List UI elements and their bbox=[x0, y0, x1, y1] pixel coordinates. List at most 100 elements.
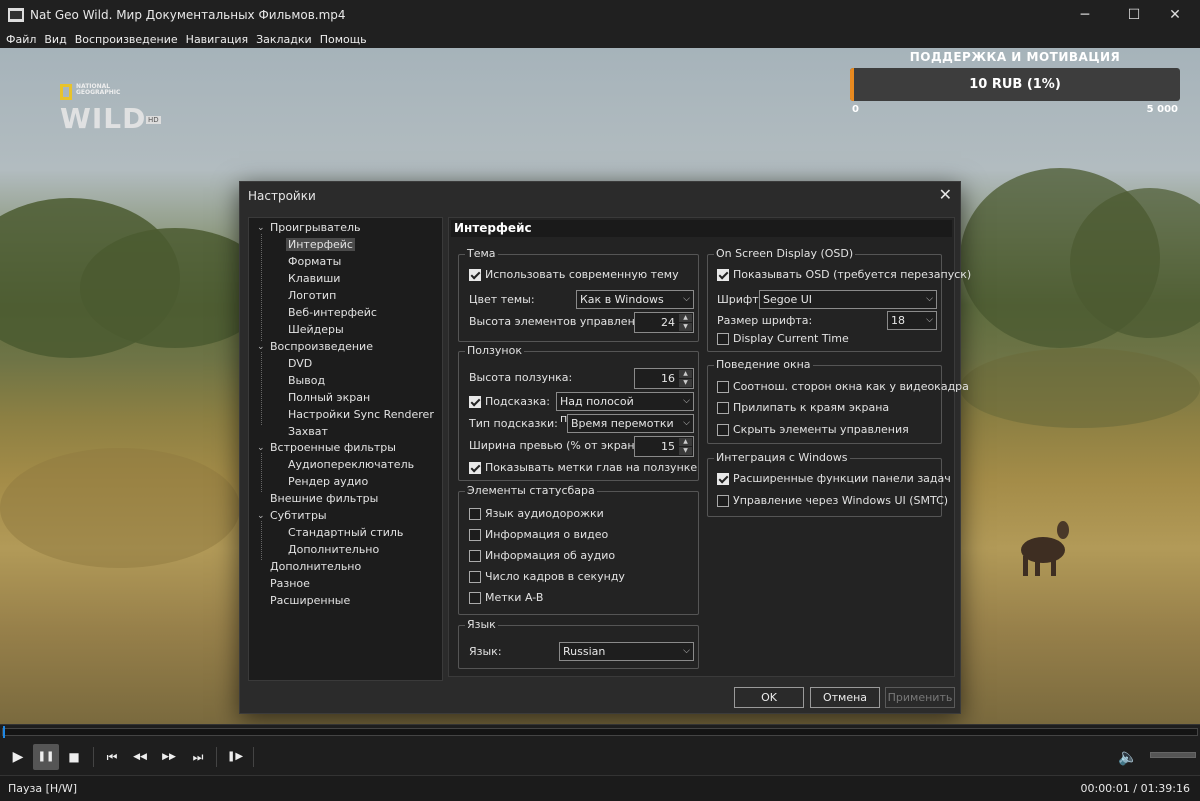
spin-down-icon[interactable]: ▼ bbox=[679, 447, 692, 455]
tree-item-additional[interactable]: Дополнительно bbox=[270, 560, 361, 573]
osd-font-size-select[interactable]: 18 ⌵ bbox=[887, 311, 937, 330]
tree-item-external-filters[interactable]: Внешние фильтры bbox=[270, 492, 378, 505]
tree-item-advanced[interactable]: Расширенные bbox=[270, 594, 350, 607]
display-current-time-checkbox[interactable]: Display Current Time bbox=[717, 332, 849, 345]
tooltip-type-value: Время перемотки bbox=[571, 417, 674, 430]
donation-value: 10 RUB (1%) bbox=[969, 77, 1061, 92]
tree-item-shaders[interactable]: Шейдеры bbox=[288, 323, 344, 336]
tooltip-type-select[interactable]: Время перемотки ⌵ bbox=[567, 414, 694, 433]
status-audio-track-checkbox[interactable]: Язык аудиодорожки bbox=[469, 507, 604, 520]
menu-file[interactable]: Файл bbox=[6, 33, 36, 46]
spin-up-icon[interactable]: ▲ bbox=[679, 314, 692, 322]
rewind-button[interactable]: ◀◀ bbox=[127, 744, 153, 770]
seek-track[interactable] bbox=[2, 728, 1198, 736]
title-bar: Nat Geo Wild. Мир Документальных Фильмов… bbox=[0, 0, 1200, 30]
controls-height-spinbox[interactable]: 24 ▲ ▼ bbox=[634, 312, 694, 333]
previous-button[interactable]: ⏮ bbox=[99, 744, 125, 770]
seekbar-group-label: Ползунок bbox=[465, 344, 524, 357]
tree-item-dvd[interactable]: DVD bbox=[288, 357, 312, 370]
osd-group: On Screen Display (OSD) Показывать OSD (… bbox=[707, 247, 971, 352]
ok-button[interactable]: OK bbox=[734, 687, 804, 708]
status-audio-info-checkbox[interactable]: Информация об аудио bbox=[469, 549, 615, 562]
menu-favorites[interactable]: Закладки bbox=[256, 33, 312, 46]
seek-thumb[interactable] bbox=[3, 726, 5, 738]
tree-item-web-interface[interactable]: Веб-интерфейс bbox=[288, 306, 377, 319]
tree-item-audio-renderer[interactable]: Рендер аудио bbox=[288, 475, 368, 488]
tree-item-subtitles-misc[interactable]: Дополнительно bbox=[288, 543, 379, 556]
tree-item-sync-renderer[interactable]: Настройки Sync Renderer bbox=[288, 408, 434, 421]
tree-item-capture[interactable]: Захват bbox=[288, 425, 328, 438]
menu-bar: Файл Вид Воспроизведение Навигация Закла… bbox=[0, 30, 1200, 48]
mute-button[interactable]: 🔈 bbox=[1115, 744, 1141, 770]
expander-icon[interactable]: ⌄ bbox=[257, 511, 265, 521]
status-item-label: Язык аудиодорожки bbox=[485, 507, 604, 520]
tree-item-audio-switcher[interactable]: Аудиопереключатель bbox=[288, 458, 414, 471]
osd-font-select[interactable]: Segoe UI ⌵ bbox=[759, 290, 937, 309]
tree-item-formats[interactable]: Форматы bbox=[288, 255, 341, 268]
stop-button[interactable]: ■ bbox=[61, 744, 87, 770]
dialog-title: Настройки bbox=[248, 189, 316, 203]
tree-item-player[interactable]: Проигрыватель bbox=[270, 221, 361, 234]
menu-help[interactable]: Помощь bbox=[320, 33, 367, 46]
tree-item-playback[interactable]: Воспроизведение bbox=[270, 340, 373, 353]
tree-item-internal-filters[interactable]: Встроенные фильтры bbox=[270, 441, 396, 454]
language-label: Язык: bbox=[469, 645, 502, 658]
chevron-down-icon: ⌵ bbox=[926, 315, 933, 325]
spin-up-icon[interactable]: ▲ bbox=[679, 438, 692, 446]
tree-item-keys[interactable]: Клавиши bbox=[288, 272, 340, 285]
spin-down-icon[interactable]: ▼ bbox=[679, 323, 692, 331]
cancel-button[interactable]: Отмена bbox=[810, 687, 880, 708]
chevron-down-icon: ⌵ bbox=[926, 294, 933, 304]
tooltip-position-select[interactable]: Над полосой прокрутки ⌵ bbox=[556, 392, 694, 425]
menu-view[interactable]: Вид bbox=[44, 33, 66, 46]
status-fps-checkbox[interactable]: Число кадров в секунду bbox=[469, 570, 625, 583]
volume-slider[interactable] bbox=[1150, 752, 1196, 758]
apply-button[interactable]: Применить bbox=[885, 687, 955, 708]
show-osd-checkbox[interactable]: Показывать OSD (требуется перезапуск) bbox=[717, 268, 971, 281]
aspect-ratio-checkbox[interactable]: Соотнош. сторон окна как у видеокадра bbox=[717, 380, 969, 393]
video-area[interactable]: NATIONAL GEOGRAPHIC WILD HD ПОДДЕРЖКА И … bbox=[0, 48, 1200, 724]
status-ab-marks-checkbox[interactable]: Метки A-B bbox=[469, 591, 543, 604]
expander-icon[interactable]: ⌄ bbox=[257, 223, 265, 233]
tree-item-logo[interactable]: Логотип bbox=[288, 289, 336, 302]
expander-icon[interactable]: ⌄ bbox=[257, 342, 265, 352]
snap-to-edges-checkbox[interactable]: Прилипать к краям экрана bbox=[717, 401, 889, 414]
play-button[interactable]: ▶ bbox=[5, 744, 31, 770]
tooltip-checkbox[interactable]: Подсказка: bbox=[469, 395, 550, 408]
seekbar-height-label: Высота ползунка: bbox=[469, 371, 573, 384]
menu-navigate[interactable]: Навигация bbox=[186, 33, 248, 46]
tree-item-subtitles[interactable]: Субтитры bbox=[270, 509, 327, 522]
chapter-marks-checkbox[interactable]: Показывать метки глав на ползунке bbox=[469, 461, 697, 474]
seek-bar[interactable] bbox=[0, 724, 1200, 739]
spin-up-icon[interactable]: ▲ bbox=[679, 370, 692, 378]
tree-item-output[interactable]: Вывод bbox=[288, 374, 325, 387]
tree-item-default-style[interactable]: Стандартный стиль bbox=[288, 526, 403, 539]
minimize-icon: ─ bbox=[1080, 7, 1090, 23]
next-button[interactable]: ⏭ bbox=[185, 744, 211, 770]
taskbar-features-checkbox[interactable]: Расширенные функции панели задач bbox=[717, 472, 951, 485]
pause-button[interactable]: ❚❚ bbox=[33, 744, 59, 770]
expander-icon[interactable]: ⌄ bbox=[257, 443, 265, 453]
media-player-window: Nat Geo Wild. Мир Документальных Фильмов… bbox=[0, 0, 1200, 801]
tree-item-interface[interactable]: Интерфейс bbox=[286, 238, 355, 251]
tree-item-misc[interactable]: Разное bbox=[270, 577, 310, 590]
controls-height-label: Высота элементов управления: bbox=[469, 315, 653, 328]
hide-controls-checkbox[interactable]: Скрыть элементы управления bbox=[717, 423, 909, 436]
status-video-info-checkbox[interactable]: Информация о видео bbox=[469, 528, 608, 541]
maximize-button[interactable]: ☐ bbox=[1111, 0, 1157, 30]
fast-forward-button[interactable]: ▶▶ bbox=[156, 744, 182, 770]
language-select[interactable]: Russian ⌵ bbox=[559, 642, 694, 661]
dialog-close-button[interactable]: ✕ bbox=[939, 185, 952, 204]
smtc-checkbox[interactable]: Управление через Windows UI (SMTC) bbox=[717, 494, 948, 507]
theme-color-select[interactable]: Как в Windows ⌵ bbox=[576, 290, 694, 309]
spin-down-icon[interactable]: ▼ bbox=[679, 379, 692, 387]
seekbar-height-spinbox[interactable]: 16 ▲ ▼ bbox=[634, 368, 694, 389]
minimize-button[interactable]: ─ bbox=[1062, 0, 1108, 30]
tree-item-fullscreen[interactable]: Полный экран bbox=[288, 391, 370, 404]
menu-play[interactable]: Воспроизведение bbox=[75, 33, 178, 46]
close-icon: ✕ bbox=[938, 185, 952, 204]
modern-theme-checkbox[interactable]: Использовать современную тему bbox=[469, 268, 679, 281]
preview-width-spinbox[interactable]: 15 ▲ ▼ bbox=[634, 436, 694, 457]
frame-step-button[interactable]: ❚▶ bbox=[222, 744, 248, 770]
close-window-button[interactable]: ✕ bbox=[1152, 0, 1198, 30]
